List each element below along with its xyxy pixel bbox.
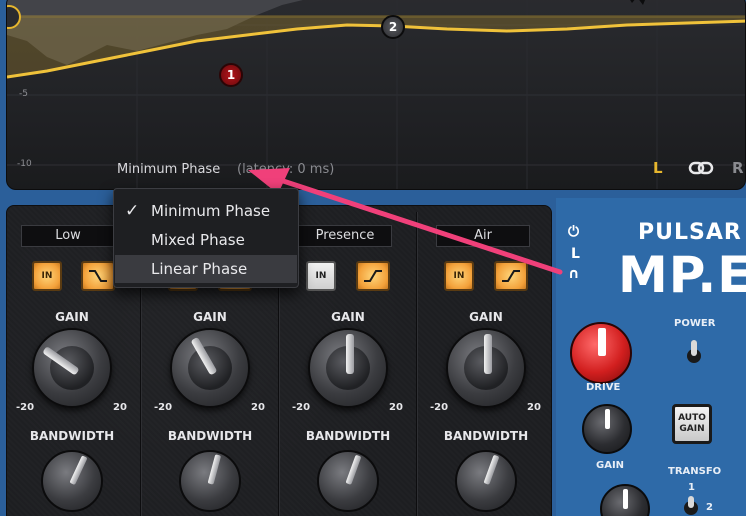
gain-label: GAIN bbox=[331, 310, 365, 324]
checkmark-icon: ✓ bbox=[125, 201, 140, 221]
band-low-bandwidth-knob[interactable] bbox=[41, 450, 103, 512]
power-icon[interactable]: ⏻ bbox=[568, 224, 579, 240]
high-shelf-icon bbox=[364, 270, 382, 282]
channel-left-button[interactable]: L bbox=[653, 159, 663, 177]
eq-node-label: 1 bbox=[226, 68, 236, 82]
transfo-switch[interactable] bbox=[682, 494, 700, 516]
gain-min-label: -20 bbox=[430, 402, 449, 413]
band-divider bbox=[416, 212, 417, 516]
band-low-shape-button[interactable] bbox=[81, 261, 115, 291]
menu-item-label: Minimum Phase bbox=[151, 202, 271, 220]
gain-max-label: 20 bbox=[389, 402, 403, 413]
bandwidth-label: BANDWIDTH bbox=[167, 429, 253, 443]
brand-logo: PULSAR bbox=[638, 220, 742, 245]
band-name-presence: Presence bbox=[298, 225, 392, 247]
output-gain-knob[interactable] bbox=[582, 404, 632, 454]
band-name-low: Low bbox=[21, 225, 115, 247]
gain-min-label: -20 bbox=[154, 402, 173, 413]
band-presence-bandwidth-knob[interactable] bbox=[317, 450, 379, 512]
menu-item-minimum-phase[interactable]: ✓ Minimum Phase bbox=[115, 197, 297, 225]
channel-right-button[interactable]: R bbox=[732, 159, 744, 177]
bandwidth-label: BANDWIDTH bbox=[305, 429, 391, 443]
phase-mode-selector[interactable]: Minimum Phase bbox=[117, 162, 220, 177]
latency-readout: (latency: 0 ms) bbox=[237, 162, 335, 177]
auto-gain-line1: AUTO bbox=[678, 413, 706, 423]
low-shelf-icon bbox=[89, 270, 107, 282]
band-air-shape-button[interactable] bbox=[494, 261, 528, 291]
gain-max-label: 20 bbox=[251, 402, 265, 413]
bandwidth-label: BANDWIDTH bbox=[29, 429, 115, 443]
band-presence-in-button[interactable]: IN bbox=[306, 261, 336, 291]
power-label: POWER bbox=[674, 318, 716, 329]
bandwidth-label: BANDWIDTH bbox=[443, 429, 529, 443]
gain-min-label: -20 bbox=[292, 402, 311, 413]
drive-label: DRIVE bbox=[586, 382, 621, 393]
eq-node-2[interactable]: 2 bbox=[381, 15, 405, 39]
band-mid-bandwidth-knob[interactable] bbox=[179, 450, 241, 512]
db-scale-label: -5 bbox=[19, 89, 28, 99]
high-shelf-icon bbox=[502, 270, 520, 282]
band-air-gain-knob[interactable] bbox=[446, 328, 526, 408]
link-icon[interactable] bbox=[688, 159, 714, 177]
gain-label: GAIN bbox=[469, 310, 503, 324]
band-air-in-button[interactable]: IN bbox=[444, 261, 474, 291]
plugin-window: -5 -10 1 2 Minimum Phase (latency: 0 ms)… bbox=[0, 0, 746, 516]
model-logo: MP.EQ bbox=[618, 246, 746, 304]
band-presence-gain-knob[interactable] bbox=[308, 328, 388, 408]
eq-node-1[interactable]: 1 bbox=[219, 63, 243, 87]
eq-curve-display[interactable]: -5 -10 1 2 Minimum Phase (latency: 0 ms)… bbox=[6, 0, 746, 190]
gain-label: GAIN bbox=[193, 310, 227, 324]
output-gain-label: GAIN bbox=[596, 460, 625, 471]
gain-min-label: -20 bbox=[16, 402, 35, 413]
eq-display-area: -5 -10 1 2 Minimum Phase (latency: 0 ms)… bbox=[0, 0, 746, 198]
headphones-icon[interactable]: ∩ bbox=[568, 266, 579, 282]
menu-item-label: Mixed Phase bbox=[151, 231, 245, 249]
side-l-label: L bbox=[571, 246, 580, 262]
menu-item-label: Linear Phase bbox=[151, 260, 248, 278]
menu-item-linear-phase[interactable]: Linear Phase bbox=[115, 255, 297, 283]
gain-label: GAIN bbox=[55, 310, 89, 324]
gain-max-label: 20 bbox=[527, 402, 541, 413]
phase-mode-menu: ✓ Minimum Phase Mixed Phase Linear Phase bbox=[113, 188, 299, 288]
auto-gain-line2: GAIN bbox=[679, 424, 705, 434]
band-name-air: Air bbox=[436, 225, 530, 247]
band-low-gain-knob[interactable] bbox=[32, 328, 112, 408]
transfo-pos1: 1 bbox=[688, 482, 695, 493]
transfo-pos2: 2 bbox=[706, 502, 713, 513]
lower-knob[interactable] bbox=[600, 484, 650, 516]
band-mid-gain-knob[interactable] bbox=[170, 328, 250, 408]
right-control-panel: ⏻ L ∩ PULSAR MP.EQ DRIVE POWER GAIN AUTO… bbox=[556, 198, 746, 516]
power-toggle[interactable] bbox=[684, 338, 704, 364]
band-air-bandwidth-knob[interactable] bbox=[455, 450, 517, 512]
menu-item-mixed-phase[interactable]: Mixed Phase bbox=[115, 226, 297, 254]
db-scale-label: -10 bbox=[17, 159, 32, 169]
transfo-label: TRANSFO bbox=[668, 466, 722, 477]
drive-knob[interactable] bbox=[570, 322, 632, 384]
band-presence-shape-button[interactable] bbox=[356, 261, 390, 291]
gain-max-label: 20 bbox=[113, 402, 127, 413]
auto-gain-button[interactable]: AUTO GAIN bbox=[672, 404, 712, 444]
eq-node-label: 2 bbox=[388, 20, 398, 34]
band-low-in-button[interactable]: IN bbox=[32, 261, 62, 291]
